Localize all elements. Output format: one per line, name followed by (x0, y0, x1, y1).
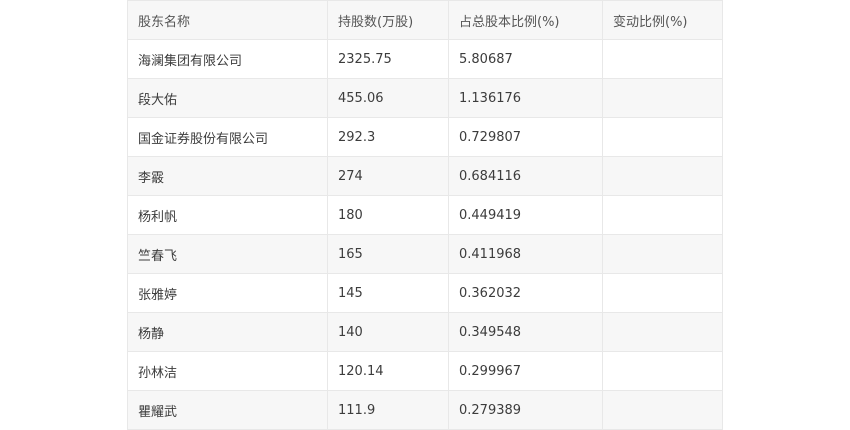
shareholder-table: 股东名称 持股数(万股) 占总股本比例(%) 变动比例(%) 海澜集团有限公司 … (127, 0, 723, 430)
cell-share-ratio: 0.362032 (448, 273, 603, 313)
header-change-ratio: 变动比例(%) (602, 0, 723, 40)
cell-share-ratio: 0.449419 (448, 195, 603, 235)
table-row: 国金证券股份有限公司 292.3 0.729807 (127, 117, 723, 157)
cell-share-ratio: 0.729807 (448, 117, 603, 157)
cell-shares-held: 455.06 (327, 78, 449, 118)
cell-change-ratio (602, 195, 723, 235)
cell-share-ratio: 0.299967 (448, 351, 603, 391)
header-share-ratio: 占总股本比例(%) (448, 0, 603, 40)
cell-change-ratio (602, 78, 723, 118)
table-row: 张雅婷 145 0.362032 (127, 273, 723, 313)
cell-shares-held: 120.14 (327, 351, 449, 391)
table-header-row: 股东名称 持股数(万股) 占总股本比例(%) 变动比例(%) (127, 0, 723, 40)
cell-shareholder-name: 杨利帆 (127, 195, 328, 235)
cell-change-ratio (602, 273, 723, 313)
cell-share-ratio: 0.411968 (448, 234, 603, 274)
cell-change-ratio (602, 117, 723, 157)
cell-change-ratio (602, 351, 723, 391)
cell-share-ratio: 1.136176 (448, 78, 603, 118)
cell-change-ratio (602, 39, 723, 79)
cell-share-ratio: 0.349548 (448, 312, 603, 352)
cell-share-ratio: 0.684116 (448, 156, 603, 196)
cell-shareholder-name: 瞿耀武 (127, 390, 328, 430)
table-row: 孙林洁 120.14 0.299967 (127, 351, 723, 391)
cell-shares-held: 2325.75 (327, 39, 449, 79)
cell-change-ratio (602, 390, 723, 430)
table-row: 李霰 274 0.684116 (127, 156, 723, 196)
table-row: 海澜集团有限公司 2325.75 5.80687 (127, 39, 723, 79)
cell-shareholder-name: 杨静 (127, 312, 328, 352)
cell-shareholder-name: 海澜集团有限公司 (127, 39, 328, 79)
cell-shares-held: 292.3 (327, 117, 449, 157)
table-row: 段大佑 455.06 1.136176 (127, 78, 723, 118)
cell-shareholder-name: 国金证券股份有限公司 (127, 117, 328, 157)
cell-shareholder-name: 段大佑 (127, 78, 328, 118)
cell-change-ratio (602, 156, 723, 196)
cell-shareholder-name: 竺春飞 (127, 234, 328, 274)
cell-shares-held: 180 (327, 195, 449, 235)
cell-shares-held: 145 (327, 273, 449, 313)
header-shareholder-name: 股东名称 (127, 0, 328, 40)
table-row: 瞿耀武 111.9 0.279389 (127, 390, 723, 430)
cell-shares-held: 165 (327, 234, 449, 274)
cell-shareholder-name: 李霰 (127, 156, 328, 196)
cell-change-ratio (602, 312, 723, 352)
cell-shareholder-name: 张雅婷 (127, 273, 328, 313)
cell-change-ratio (602, 234, 723, 274)
cell-shares-held: 111.9 (327, 390, 449, 430)
header-shares-held: 持股数(万股) (327, 0, 449, 40)
shareholder-table-container: 股东名称 持股数(万股) 占总股本比例(%) 变动比例(%) 海澜集团有限公司 … (127, 0, 723, 430)
cell-share-ratio: 0.279389 (448, 390, 603, 430)
cell-shares-held: 274 (327, 156, 449, 196)
cell-shareholder-name: 孙林洁 (127, 351, 328, 391)
table-row: 杨利帆 180 0.449419 (127, 195, 723, 235)
cell-share-ratio: 5.80687 (448, 39, 603, 79)
table-row: 杨静 140 0.349548 (127, 312, 723, 352)
table-row: 竺春飞 165 0.411968 (127, 234, 723, 274)
cell-shares-held: 140 (327, 312, 449, 352)
